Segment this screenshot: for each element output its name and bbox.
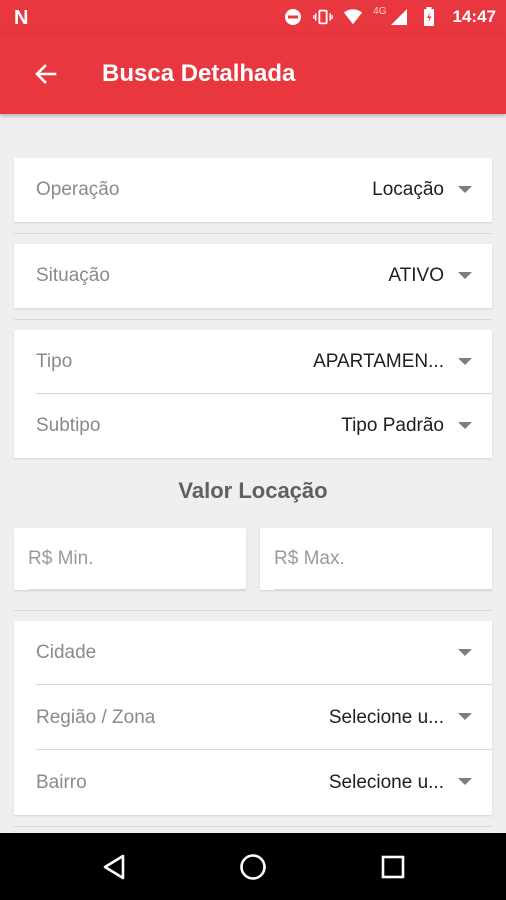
signal-icon xyxy=(389,7,409,27)
network-type: 4G xyxy=(373,5,387,17)
operacao-dropdown[interactable]: Operação Locação xyxy=(14,158,492,222)
situacao-dropdown[interactable]: Situação ATIVO xyxy=(14,244,492,308)
dropdown-caret-icon xyxy=(458,186,472,193)
app-bar: Busca Detalhada xyxy=(0,34,506,114)
divider xyxy=(14,319,492,320)
system-nav-bar xyxy=(0,833,506,900)
vibrate-icon xyxy=(313,7,333,27)
tipo-card: Tipo APARTAMEN... Subtipo Tipo Padrão xyxy=(14,330,492,458)
clock: 14:47 xyxy=(452,7,496,26)
valor-locacao-title: Valor Locação xyxy=(178,478,328,503)
situacao-card: Situação ATIVO xyxy=(14,244,492,308)
dnd-icon xyxy=(283,7,303,27)
dropdown-caret-icon xyxy=(458,649,472,656)
status-bar: N 4G 14:47 xyxy=(0,0,506,34)
situacao-value: ATIVO xyxy=(388,265,444,286)
dropdown-caret-icon xyxy=(458,358,472,365)
min-price-input[interactable]: R$ Min. xyxy=(14,528,246,590)
bairro-label: Bairro xyxy=(36,771,87,793)
operacao-label: Operação xyxy=(36,179,120,200)
regiao-dropdown[interactable]: Região / Zona Selecione u... xyxy=(14,685,492,750)
max-price-placeholder: R$ Max. xyxy=(274,548,345,569)
cidade-dropdown[interactable]: Cidade xyxy=(14,621,492,685)
divider xyxy=(14,826,492,827)
input-underline xyxy=(274,589,492,590)
regiao-label: Região / Zona xyxy=(36,706,156,728)
dropdown-caret-icon xyxy=(458,778,472,785)
dropdown-caret-icon xyxy=(458,272,472,279)
cidade-label: Cidade xyxy=(36,642,97,663)
tipo-value: APARTAMEN... xyxy=(313,351,444,372)
location-card: Cidade Região / Zona Selecione u... Bair… xyxy=(14,621,492,815)
bairro-value: Selecione u... xyxy=(328,771,444,793)
input-underline xyxy=(28,589,246,590)
operacao-value: Locação xyxy=(372,179,444,200)
back-triangle-icon[interactable] xyxy=(97,850,131,884)
divider xyxy=(14,610,492,611)
tipo-dropdown[interactable]: Tipo APARTAMEN... xyxy=(14,330,492,394)
regiao-value: Selecione u... xyxy=(328,706,444,728)
wifi-icon xyxy=(343,7,363,27)
recents-square-icon[interactable] xyxy=(376,850,410,884)
subtipo-value: Tipo Padrão xyxy=(341,415,444,436)
bairro-dropdown[interactable]: Bairro Selecione u... xyxy=(14,750,492,815)
page-title: Busca Detalhada xyxy=(102,60,296,87)
dropdown-caret-icon xyxy=(458,713,472,720)
notification-n-icon: N xyxy=(14,7,29,29)
tipo-label: Tipo xyxy=(36,351,73,372)
situacao-label: Situação xyxy=(36,265,110,286)
back-arrow-icon[interactable] xyxy=(30,58,62,90)
divider xyxy=(14,233,492,234)
operacao-card: Operação Locação xyxy=(14,158,492,222)
min-price-placeholder: R$ Min. xyxy=(28,548,94,569)
subtipo-label: Subtipo xyxy=(36,415,101,436)
max-price-input[interactable]: R$ Max. xyxy=(260,528,492,590)
dropdown-caret-icon xyxy=(458,422,472,429)
home-circle-icon[interactable] xyxy=(236,850,270,884)
subtipo-dropdown[interactable]: Subtipo Tipo Padrão xyxy=(14,394,492,458)
battery-icon xyxy=(419,7,439,27)
